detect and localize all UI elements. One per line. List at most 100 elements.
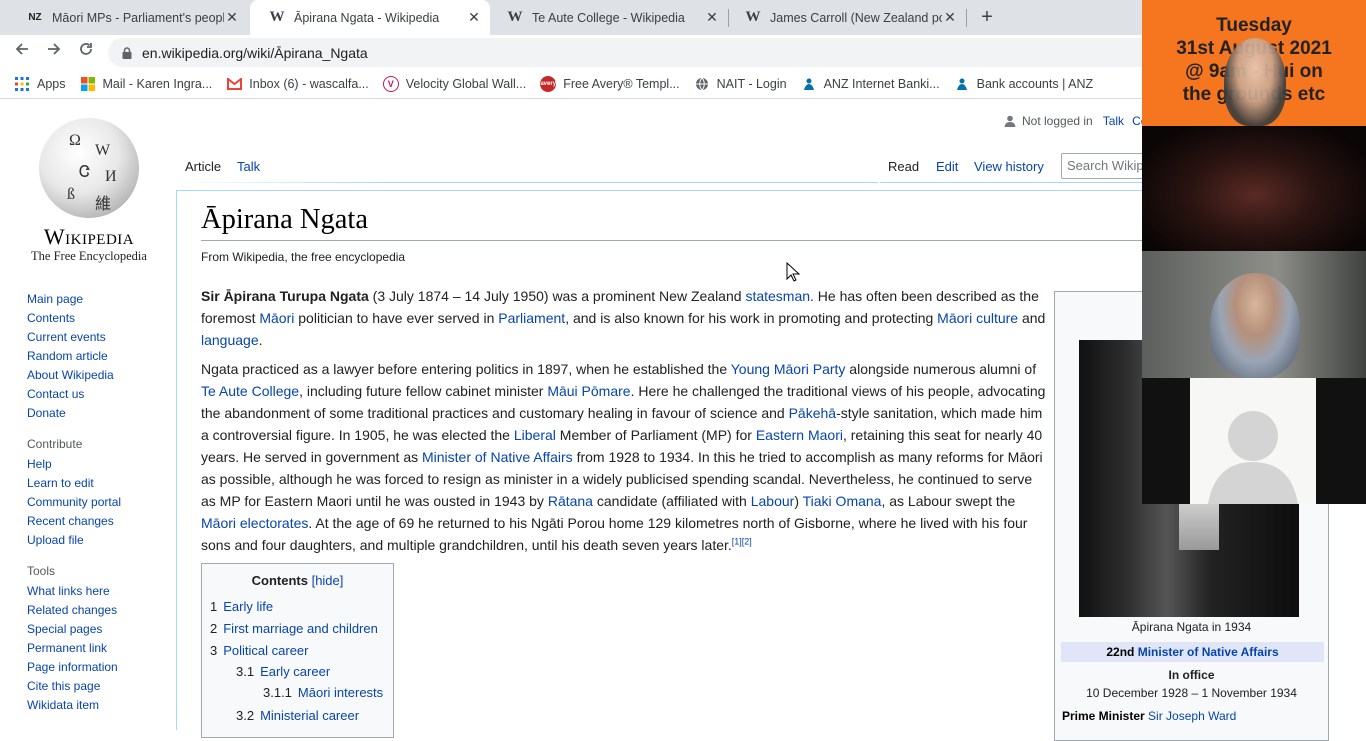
link-parliament[interactable]: Parliament [498, 310, 565, 326]
sidebar-item-current-events[interactable]: Current events [27, 328, 167, 347]
sidebar-item-donate[interactable]: Donate [27, 404, 167, 423]
sidebar-item-wikidata-item[interactable]: Wikidata item [27, 696, 167, 715]
link-maori[interactable]: Māori [259, 310, 294, 326]
wikipedia-favicon-icon: W [269, 9, 285, 25]
link-maori-culture[interactable]: Māori culture [937, 310, 1018, 326]
sidebar-item-contact-us[interactable]: Contact us [27, 385, 167, 404]
tab-view-history[interactable]: View history [967, 152, 1051, 182]
close-tab-icon[interactable]: ✕ [466, 9, 482, 26]
tab-edit[interactable]: Edit [929, 152, 965, 182]
sidebar-item-about-wikipedia[interactable]: About Wikipedia [27, 366, 167, 385]
wikipedia-favicon-icon: W [507, 9, 523, 25]
video-tile-3[interactable] [1142, 251, 1366, 378]
user-icon [1004, 115, 1016, 127]
link-young-maori-party[interactable]: Young Māori Party [731, 361, 846, 377]
sidebar-item-upload-file[interactable]: Upload file [27, 531, 167, 550]
sidebar-item-what-links-here[interactable]: What links here [27, 582, 167, 601]
intro-paragraph-1: Sir Āpirana Turupa Ngata (3 July 1874 – … [201, 288, 1046, 348]
bookmark-inbox[interactable]: Inbox (6) - wascalfa... [226, 76, 369, 92]
link-tiaki-omana[interactable]: Tiaki Omana [803, 493, 882, 509]
wikipedia-logo[interactable]: Ω W Ꮳ И ß 維 Wikipedia The Free Encyclope… [28, 118, 150, 264]
forward-arrow-icon[interactable] [43, 41, 65, 63]
browser-tab-apirana-ngata[interactable]: W Āpirana Ngata - Wikipedia ✕ [250, 0, 490, 35]
sidebar-item-recent-changes[interactable]: Recent changes [27, 512, 167, 531]
link-labour[interactable]: Labour [751, 493, 795, 509]
browser-tab-maori-mps[interactable]: NZ Māori MPs - Parliament's people ✕ [8, 0, 248, 35]
tab-article[interactable]: Article [178, 152, 228, 182]
toc-item[interactable]: 1 Early life [210, 599, 273, 614]
sidebar-item-main-page[interactable]: Main page [27, 290, 167, 309]
sidebar-item-community-portal[interactable]: Community portal [27, 493, 167, 512]
link-minister-of-native-affairs[interactable]: Minister of Native Affairs [422, 449, 573, 465]
tab-talk[interactable]: Talk [230, 152, 267, 182]
sidebar-item-permanent-link[interactable]: Permanent link [27, 639, 167, 658]
bookmark-avery[interactable]: avery Free Avery® Templ... [540, 75, 680, 92]
link-ratana[interactable]: Rātana [548, 493, 593, 509]
toc-hide-link[interactable]: [hide] [312, 573, 344, 588]
video-tile-4[interactable] [1142, 378, 1366, 504]
participant-video [1224, 38, 1286, 126]
tab-title: Te Aute College - Wikipedia [532, 10, 685, 25]
search-input[interactable]: Search Wikipedia [1061, 153, 1151, 179]
link-liberal[interactable]: Liberal [514, 427, 556, 443]
link-pakeha[interactable]: Pākehā [789, 405, 836, 421]
address-bar[interactable]: en.wikipedia.org/wiki/Āpirana_Ngata [108, 38, 1208, 67]
sidebar-heading-contribute: Contribute [27, 437, 83, 451]
video-tile-2[interactable] [1142, 126, 1366, 251]
video-tile-1[interactable]: Tuesday 31st August 2021 @ 9am - Hui on … [1142, 0, 1366, 126]
browser-tab-james-carroll[interactable]: W James Carroll (New Zealand politician)… [726, 0, 967, 35]
bookmark-anz-accounts[interactable]: Bank accounts | ANZ [954, 76, 1093, 92]
sidebar-item-random-article[interactable]: Random article [27, 347, 167, 366]
personal-talk-link[interactable]: Talk [1103, 114, 1124, 128]
prime-minister-row: Prime Minister Sir Joseph Ward [1062, 709, 1237, 723]
sidebar-item-related-changes[interactable]: Related changes [27, 601, 167, 620]
reload-icon[interactable] [75, 41, 97, 63]
link-statesman[interactable]: statesman [745, 288, 810, 304]
title-underline [201, 240, 1146, 241]
tab-title: Āpirana Ngata - Wikipedia [294, 10, 440, 25]
browser-tab-te-aute-college[interactable]: W Te Aute College - Wikipedia ✕ [488, 0, 729, 35]
toc-title-row: Contents [hide] [251, 573, 344, 588]
avatar-icon [1208, 411, 1298, 504]
close-tab-icon[interactable]: ✕ [704, 9, 720, 26]
toc-item[interactable]: 3.2 Ministerial career [236, 708, 359, 723]
sidebar-item-learn-to-edit[interactable]: Learn to edit [27, 474, 167, 493]
reference-1[interactable]: [1] [732, 536, 742, 546]
bookmark-anz-banking[interactable]: ANZ Internet Banki... [801, 76, 940, 92]
back-arrow-icon[interactable] [11, 41, 33, 63]
bookmark-nait[interactable]: NAIT - Login [694, 76, 787, 92]
reference-2[interactable]: [2] [742, 536, 752, 546]
wikipedia-favicon-icon: W [745, 9, 761, 25]
close-tab-icon[interactable]: ✕ [942, 9, 958, 26]
intro-paragraph-2: Ngata practiced as a lawyer before enter… [201, 361, 1046, 553]
bookmark-velocity[interactable]: V Velocity Global Wall... [382, 75, 526, 92]
link-maori-electorates[interactable]: Māori electorates [201, 515, 308, 531]
tab-divider [880, 182, 1142, 183]
link-maui-pomare[interactable]: Māui Pōmare [547, 383, 630, 399]
sidebar-item-page-information[interactable]: Page information [27, 658, 167, 677]
link-prime-minister[interactable]: Sir Joseph Ward [1148, 709, 1236, 723]
new-tab-button[interactable]: + [976, 6, 998, 28]
office-heading: 22nd Minister of Native Affairs [1061, 642, 1324, 662]
toc-item[interactable]: 3 Political career [210, 643, 309, 658]
sidebar-item-cite-this-page[interactable]: Cite this page [27, 677, 167, 696]
lock-icon [122, 46, 132, 59]
sidebar-item-special-pages[interactable]: Special pages [27, 620, 167, 639]
link-office[interactable]: Minister of Native Affairs [1138, 645, 1279, 659]
link-eastern-maori[interactable]: Eastern Maori [756, 427, 843, 443]
avatar-placeholder [1190, 378, 1316, 504]
sidebar-item-contents[interactable]: Contents [27, 309, 167, 328]
link-te-aute-college[interactable]: Te Aute College [201, 383, 299, 399]
sidebar-item-help[interactable]: Help [27, 455, 167, 474]
sidebar-navigation: Main page Contents Current events Random… [27, 290, 167, 715]
toc-item[interactable]: 2 First marriage and children [210, 621, 378, 636]
toc-item[interactable]: 3.1 Early career [236, 664, 330, 679]
toc-item[interactable]: 3.1.1 Māori interests [263, 685, 383, 700]
close-tab-icon[interactable]: ✕ [224, 9, 240, 26]
not-logged-in-text: Not logged in [1022, 114, 1093, 128]
link-language[interactable]: language [201, 332, 259, 348]
tab-read[interactable]: Read [881, 152, 926, 182]
avery-icon: avery [540, 75, 557, 92]
bookmark-mail[interactable]: Mail - Karen Ingra... [80, 76, 212, 92]
bookmark-apps[interactable]: Apps [14, 76, 66, 92]
